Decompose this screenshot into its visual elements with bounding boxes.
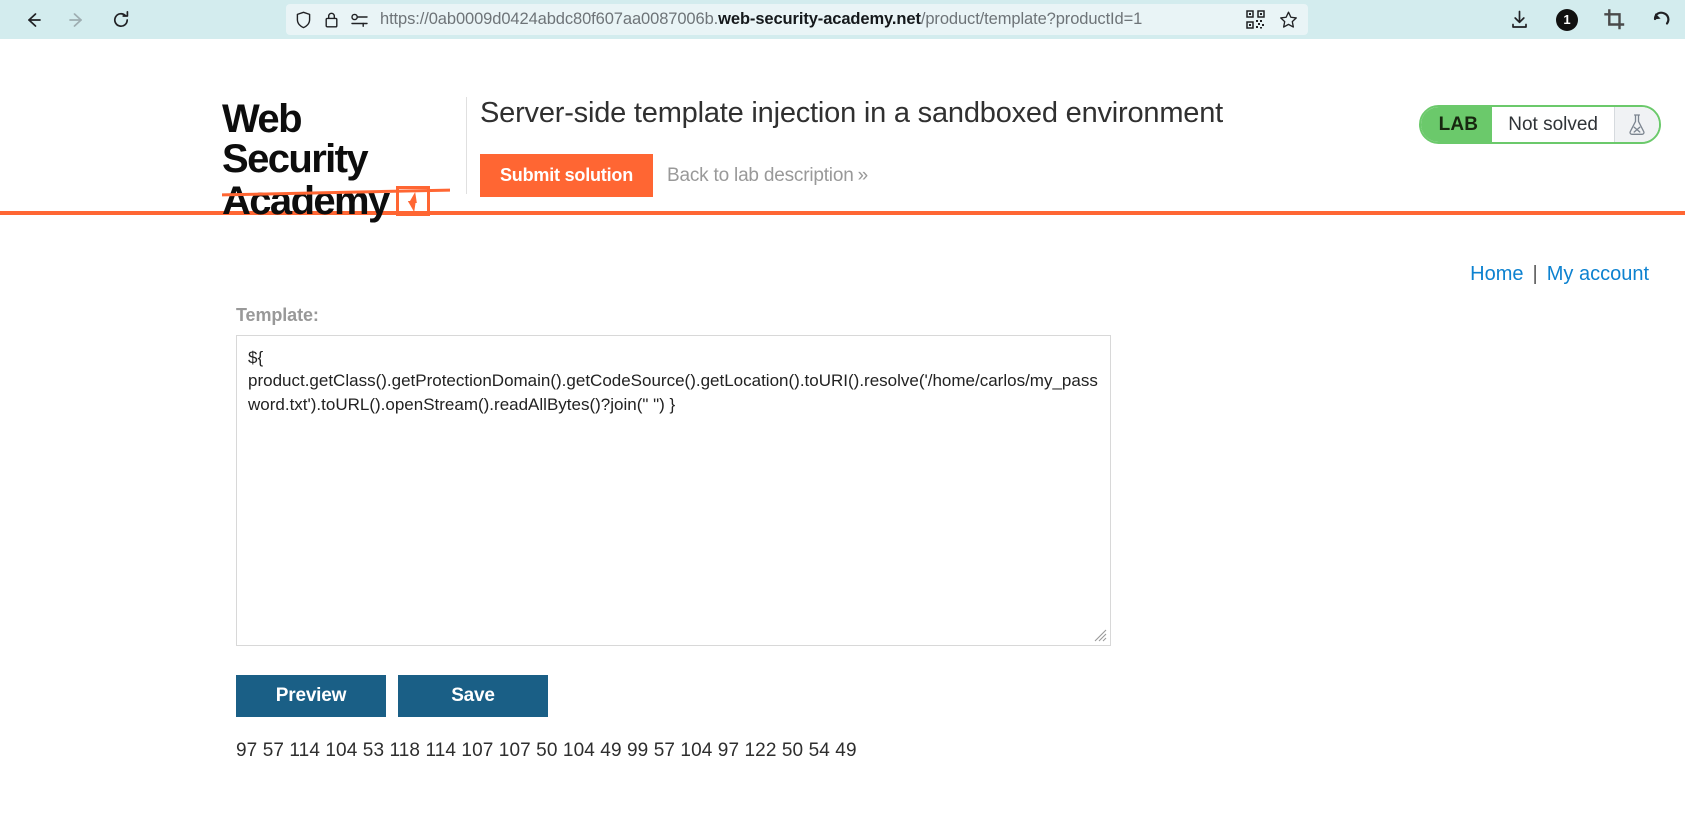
lab-actions: Submit solution Back to lab description»	[480, 154, 868, 197]
qr-code-icon[interactable]	[1246, 10, 1265, 29]
back-arrow-icon	[22, 9, 44, 31]
bookmark-star-icon[interactable]	[1279, 10, 1298, 29]
reload-icon	[110, 9, 132, 31]
reload-button[interactable]	[102, 5, 140, 35]
account-links: Home | My account	[1470, 263, 1649, 286]
home-link[interactable]: Home	[1470, 263, 1523, 285]
download-icon[interactable]	[1509, 9, 1530, 30]
page-title: Server-side template injection in a sand…	[480, 97, 1224, 129]
undo-arrow-icon[interactable]	[1651, 9, 1673, 30]
notification-count: 1	[1556, 8, 1578, 31]
form-buttons: Preview Save	[236, 675, 1111, 717]
chevron-right-icon: »	[857, 164, 869, 186]
save-button[interactable]: Save	[398, 675, 548, 717]
template-label: Template:	[236, 305, 319, 325]
browser-toolbar: https://0ab0009d0424abdc80f607aa0087006b…	[0, 0, 1685, 39]
logo-line-2: Academy	[222, 181, 454, 221]
url-path: /product/template?productId=1	[920, 10, 1143, 28]
link-separator: |	[1532, 263, 1538, 285]
url-text[interactable]: https://0ab0009d0424abdc80f607aa0087006b…	[378, 10, 1237, 29]
logo-line-1: Web Security	[222, 97, 369, 181]
web-security-academy-logo[interactable]: Web Security Academy	[222, 97, 454, 221]
status-badge-text: Not solved	[1492, 107, 1614, 142]
status-badge-tag: LAB	[1420, 107, 1493, 142]
status-badge: LAB Not solved	[1418, 105, 1661, 144]
submit-solution-button[interactable]: Submit solution	[480, 154, 653, 197]
notification-badge[interactable]: 1	[1556, 8, 1578, 31]
lock-icon[interactable]	[322, 10, 341, 29]
template-form: Template: Preview Save 97 57 114 104 53 …	[236, 305, 1111, 762]
browser-extension-toolbar: 1	[1509, 0, 1673, 39]
flask-not-solved-icon	[1614, 107, 1659, 142]
header-divider	[466, 97, 467, 194]
back-link-label: Back to lab description	[667, 164, 854, 186]
template-output: 97 57 114 104 53 118 114 107 107 50 104 …	[236, 740, 857, 761]
lab-header: Web Security Academy Server-side templat…	[0, 39, 1685, 221]
permissions-key-icon[interactable]	[350, 10, 369, 29]
logo-line-2-text: Academy	[222, 179, 390, 223]
back-to-lab-description-link[interactable]: Back to lab description»	[667, 165, 868, 187]
navigation-buttons	[0, 5, 140, 35]
template-input-wrapper	[236, 335, 1111, 646]
template-textarea[interactable]	[236, 335, 1111, 646]
shield-icon[interactable]	[294, 10, 313, 29]
url-bar[interactable]: https://0ab0009d0424abdc80f607aa0087006b…	[286, 4, 1308, 35]
crop-icon[interactable]	[1604, 9, 1625, 30]
url-domain: web-security-academy.net	[718, 10, 921, 28]
preview-button[interactable]: Preview	[236, 675, 386, 717]
forward-arrow-icon	[66, 9, 88, 31]
url-prefix: https://0ab0009d0424abdc80f607aa0087006b…	[380, 10, 719, 28]
my-account-link[interactable]: My account	[1547, 263, 1649, 285]
back-button[interactable]	[14, 5, 52, 35]
url-bar-actions	[1246, 10, 1300, 29]
forward-button[interactable]	[58, 5, 96, 35]
